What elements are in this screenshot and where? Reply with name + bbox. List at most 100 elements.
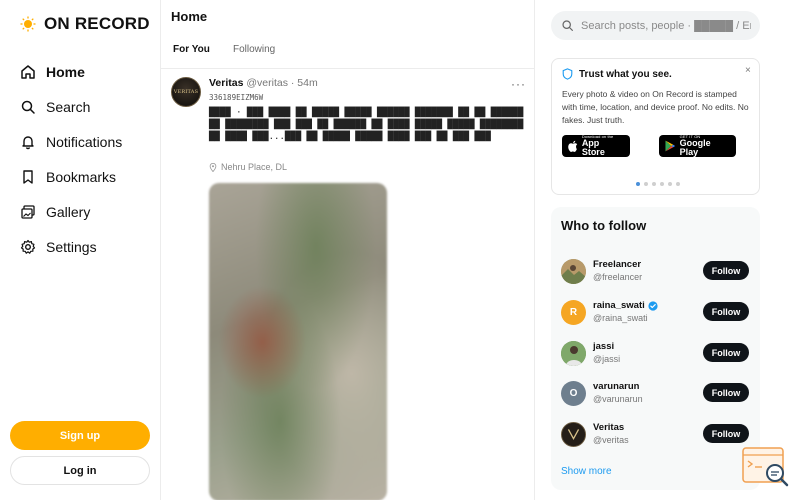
left-sidebar: ON RECORD Home Search Notifications Book… (0, 0, 161, 500)
google-play-button[interactable]: GET IT ON Google Play (659, 135, 736, 157)
trust-title: Trust what you see. (562, 68, 672, 80)
nav-item-bookmarks[interactable]: Bookmarks (20, 159, 122, 194)
google-play-label: Google Play (679, 138, 711, 157)
follow-suggestion[interactable]: jassi @jassi Follow (561, 341, 751, 369)
follow-button[interactable]: Follow (703, 424, 749, 443)
carousel-dot[interactable] (644, 182, 648, 186)
search-bar[interactable] (551, 11, 760, 40)
verified-badge-icon (648, 300, 658, 311)
account-handle: @varunarun (593, 394, 643, 404)
account-handle: @raina_swati (593, 313, 648, 323)
avatar[interactable]: O (561, 381, 586, 406)
tab-following[interactable]: Following (233, 44, 275, 55)
account-name: Veritas (593, 422, 625, 433)
trust-description: Every photo & video on On Record is stam… (562, 89, 749, 125)
app-store-label: App Store (581, 138, 605, 157)
account-name: raina_swati (593, 300, 645, 311)
login-button[interactable]: Log in (10, 456, 150, 485)
nav-item-label: Settings (46, 238, 97, 255)
page-title: Home (171, 9, 208, 24)
brand-name: ON RECORD (44, 14, 150, 33)
gear-icon (20, 239, 36, 255)
feed-column: Home For You Following VERITAS Veritas @… (161, 0, 535, 500)
close-icon[interactable]: × (745, 65, 751, 76)
avatar[interactable] (561, 422, 586, 447)
bookmark-icon (20, 169, 36, 185)
follow-suggestion[interactable]: Veritas @veritas Follow (561, 422, 751, 450)
post-record-id: 336189EIZM6W (209, 93, 264, 102)
account-handle: @veritas (593, 435, 629, 445)
google-play-icon (665, 140, 676, 152)
nav-item-gallery[interactable]: Gallery (20, 194, 122, 229)
nav-item-settings[interactable]: Settings (20, 229, 122, 264)
shield-icon (562, 68, 573, 80)
who-to-follow-panel: Who to follow Freelancer @freelancer Fol… (551, 207, 760, 490)
more-options-icon[interactable]: ··· (511, 77, 526, 91)
person-photo-icon (561, 259, 586, 284)
post-location: Nehru Place, DL (209, 162, 287, 172)
follow-suggestion[interactable]: O varunarun @varunarun Follow (561, 381, 751, 409)
bell-icon (20, 134, 36, 150)
carousel-dot[interactable] (668, 182, 672, 186)
avatar[interactable]: R (561, 300, 586, 325)
brand-logo[interactable]: ON RECORD (20, 14, 150, 34)
carousel-dot[interactable] (660, 182, 664, 186)
carousel-dot[interactable] (652, 182, 656, 186)
account-name: varunarun (593, 381, 640, 392)
show-more-link[interactable]: Show more (561, 466, 612, 477)
follow-suggestion[interactable]: R raina_swati @raina_swati Follow (561, 300, 751, 328)
nav-item-search[interactable]: Search (20, 89, 122, 124)
account-name-row: raina_swati (593, 300, 658, 311)
signup-button[interactable]: Sign up (10, 421, 150, 450)
account-name: jassi (593, 341, 615, 352)
avatar[interactable] (561, 259, 586, 284)
post-card[interactable]: VERITAS Veritas @veritas · 54m ··· 33618… (161, 69, 535, 500)
nav-item-label: Notifications (46, 133, 123, 150)
main-nav: Home Search Notifications Bookmarks Gall… (20, 54, 122, 264)
nav-item-label: Bookmarks (46, 168, 117, 185)
post-meta: @veritas · 54m (246, 77, 318, 89)
app-store-button[interactable]: Download on the App Store (562, 135, 630, 157)
post-location-text: Nehru Place, DL (221, 162, 288, 172)
carousel-dot[interactable] (676, 182, 680, 186)
search-icon (562, 20, 573, 31)
post-text: ████ · ███ ████ ██ █████ █████ ██████ ██… (209, 108, 524, 142)
avatar[interactable]: VERITAS (171, 77, 201, 107)
avatar-logo-text: VERITAS (173, 89, 199, 95)
nav-item-home[interactable]: Home (20, 54, 122, 89)
veritas-logo-icon (562, 423, 585, 446)
carousel-dot[interactable] (636, 182, 640, 186)
nav-item-label: Gallery (46, 203, 91, 220)
who-to-follow-title: Who to follow (561, 218, 647, 233)
apple-icon (568, 140, 578, 152)
account-name: Freelancer (593, 259, 642, 270)
follow-button[interactable]: Follow (703, 383, 749, 402)
follow-suggestion[interactable]: Freelancer @freelancer Follow (561, 259, 751, 287)
trust-title-text: Trust what you see. (579, 68, 672, 80)
nav-item-notifications[interactable]: Notifications (20, 124, 122, 159)
tab-for-you[interactable]: For You (173, 44, 210, 55)
nav-item-label: Home (46, 63, 85, 80)
person-photo-icon (561, 341, 586, 366)
nav-item-label: Search (46, 98, 91, 115)
account-handle: @jassi (593, 354, 621, 364)
account-handle: @freelancer (593, 272, 643, 282)
follow-button[interactable]: Follow (703, 261, 749, 280)
sun-logo-icon (20, 16, 36, 32)
trust-promo-card: Trust what you see. × Every photo & vide… (551, 58, 760, 195)
follow-button[interactable]: Follow (703, 343, 749, 362)
feed-tabs: For You Following (161, 40, 535, 69)
post-header: Veritas @veritas · 54m (209, 77, 318, 89)
search-icon (20, 99, 36, 115)
carousel-dots (636, 182, 680, 186)
floating-assistant-icon[interactable] (742, 447, 790, 489)
right-sidebar: Trust what you see. × Every photo & vide… (535, 0, 800, 500)
post-media-image[interactable] (209, 183, 387, 500)
avatar[interactable] (561, 341, 586, 366)
gallery-icon (20, 204, 36, 220)
location-pin-icon (209, 162, 217, 172)
post-author[interactable]: Veritas (209, 77, 243, 89)
search-input[interactable] (581, 19, 751, 32)
home-icon (20, 64, 36, 80)
follow-button[interactable]: Follow (703, 302, 749, 321)
